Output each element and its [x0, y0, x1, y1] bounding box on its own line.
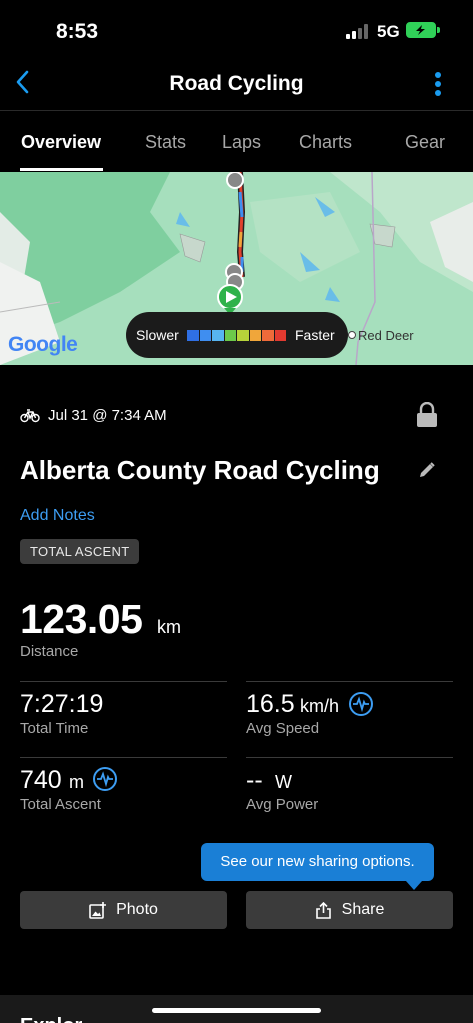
legend-swatch [212, 330, 225, 341]
sharing-tooltip[interactable]: See our new sharing options. [201, 843, 434, 881]
tab-gear[interactable]: Gear [405, 132, 445, 153]
total-time-label: Total Time [20, 720, 89, 737]
avg-power-value: -- [246, 766, 263, 794]
section-title: Explor... [20, 1015, 98, 1023]
legend-slower-label: Slower [136, 327, 179, 343]
distance-label: Distance [20, 643, 79, 660]
legend-swatch [249, 330, 262, 341]
activity-date: Jul 31 @ 7:34 AM [48, 407, 167, 424]
total-ascent-value: 740 [20, 766, 62, 794]
add-photo-icon [89, 901, 107, 919]
legend-faster-label: Faster [295, 327, 335, 343]
battery-tip [437, 27, 440, 33]
total-time-value: 7:27:19 [20, 690, 104, 718]
total-ascent-badge: TOTAL ASCENT [20, 539, 140, 564]
legend-swatch [187, 330, 200, 341]
legend-swatch [262, 330, 275, 341]
legend-swatch [274, 330, 287, 341]
distance-unit: km [157, 617, 181, 637]
battery-icon [406, 22, 436, 38]
pencil-icon[interactable] [418, 461, 436, 479]
signal-icon [346, 24, 370, 39]
share-icon [315, 901, 331, 919]
bicycle-icon [20, 407, 40, 423]
tab-laps[interactable]: Laps [222, 132, 261, 153]
legend-swatch [237, 330, 250, 341]
total-ascent-label: Total Ascent [20, 796, 101, 813]
google-logo: Google [8, 333, 78, 356]
city-marker-icon [348, 331, 356, 339]
speed-gradient [187, 330, 287, 341]
total-ascent-unit: m [69, 772, 84, 792]
stat-divider [20, 681, 227, 682]
share-label: Share [341, 901, 385, 918]
avg-speed-value: 16.5 [246, 690, 295, 718]
avg-speed-unit: km/h [300, 696, 340, 716]
network-label: 5G [377, 22, 400, 41]
page-title: Road Cycling [169, 72, 304, 95]
photo-label: Photo [116, 901, 158, 918]
status-time: 8:53 [56, 20, 99, 43]
stat-divider [20, 757, 227, 758]
stat-divider [246, 681, 453, 682]
legend-swatch [224, 330, 237, 341]
avg-speed-label: Avg Speed [246, 720, 320, 737]
stat-divider [246, 757, 453, 758]
more-options-button[interactable] [432, 70, 444, 98]
add-photo-button[interactable]: Photo [20, 891, 227, 929]
tab-overview[interactable]: Overview [21, 132, 101, 153]
tab-charts[interactable]: Charts [299, 132, 352, 153]
speed-chart-icon[interactable] [349, 692, 373, 716]
active-tab-indicator [20, 168, 103, 171]
tab-stats[interactable]: Stats [145, 132, 186, 153]
ascent-chart-icon[interactable] [93, 767, 117, 791]
distance-value: 123.05 [20, 596, 143, 642]
home-indicator [152, 1008, 321, 1013]
avg-power-label: Avg Power [246, 796, 319, 813]
legend-swatch [199, 330, 212, 341]
lock-icon[interactable] [416, 401, 438, 428]
nav-divider [0, 110, 473, 111]
map-city-label: Red Deer [358, 328, 414, 343]
avg-power-unit: W [275, 772, 292, 792]
share-button[interactable]: Share [246, 891, 453, 929]
add-notes-link[interactable]: Add Notes [20, 507, 95, 525]
activity-title: Alberta County Road Cycling [20, 455, 380, 485]
tooltip-arrow [406, 881, 422, 890]
